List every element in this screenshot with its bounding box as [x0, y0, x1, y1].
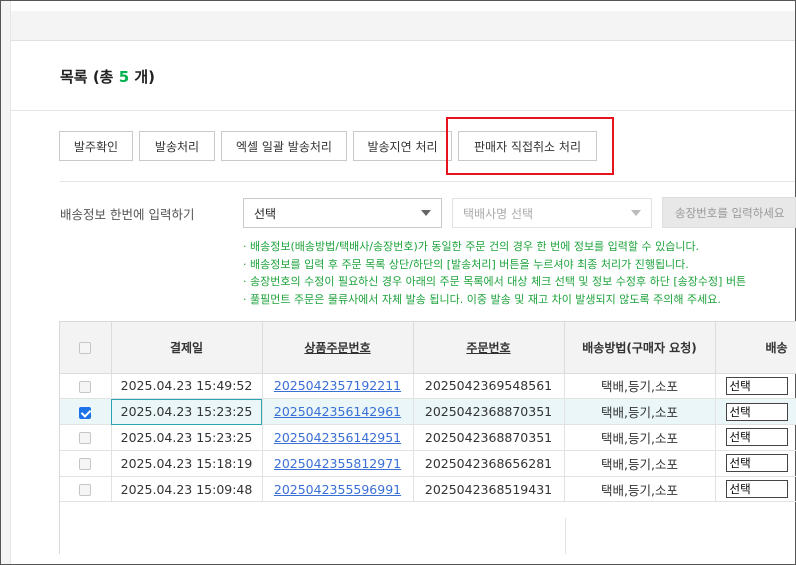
shipping-select-cell: 선택	[715, 476, 796, 503]
note-line: · 송장번호의 수정이 필요하신 경우 아래의 주문 목록에서 대상 체크 선택…	[243, 275, 747, 289]
header-shipping-method: 배송방법(구매자 요청)	[564, 322, 716, 374]
courier-select[interactable]: 택배사명 선택	[452, 198, 652, 228]
shipping-method: 택배,등기,소포	[564, 476, 716, 503]
payment-date: 2025.04.23 15:09:48	[111, 476, 263, 503]
row-checkbox[interactable]	[60, 476, 112, 503]
product-order-link[interactable]: 2025042355812971	[262, 450, 414, 477]
row-checkbox[interactable]	[60, 424, 112, 451]
note-line: · 풀필먼트 주문은 물류사에서 자체 발송 됩니다. 이중 발송 및 재고 차…	[243, 292, 721, 306]
order-number: 2025042368870351	[413, 424, 565, 451]
table-row: 2025.04.23 15:18:19 2025042355812971 202…	[60, 450, 796, 477]
divider	[60, 181, 795, 182]
shipping-select[interactable]: 선택	[725, 402, 788, 421]
shipping-method: 택배,등기,소포	[564, 373, 716, 400]
top-panel-strip	[11, 11, 795, 41]
guide-notes: · 배송정보(배송방법/택배사/송장번호)가 동일한 주문 건의 경우 한 번에…	[243, 238, 746, 308]
shipping-method: 택배,등기,소포	[564, 398, 716, 426]
checkbox-icon[interactable]	[79, 458, 92, 471]
highlight-box	[446, 117, 614, 175]
checkbox-checked-icon[interactable]	[79, 406, 92, 419]
chevron-down-icon	[631, 210, 641, 216]
list-title: 목록 (총 5 개)	[60, 68, 156, 86]
table-header-row: 결제일 상품주문번호 주문번호 배송방법(구매자 요청) 배송	[60, 322, 796, 374]
note-line: · 배송정보(배송방법/택배사/송장번호)가 동일한 주문 건의 경우 한 번에…	[243, 240, 700, 253]
product-order-link[interactable]: 2025042356142961	[262, 398, 414, 426]
payment-date: 2025.04.23 15:23:25	[111, 424, 263, 451]
product-order-link[interactable]: 2025042357192211	[262, 373, 414, 400]
table-row: 2025.04.23 15:23:25 2025042356142961 202…	[60, 398, 796, 426]
order-number: 2025042368656281	[413, 450, 565, 477]
checkbox-icon[interactable]	[79, 341, 92, 354]
header-shipping: 배송	[715, 322, 796, 374]
shipping-select-cell: 선택	[715, 373, 796, 400]
chevron-down-icon	[421, 210, 431, 216]
shipping-method-select[interactable]: 선택	[243, 198, 442, 228]
shipping-select[interactable]: 선택	[725, 454, 788, 473]
row-checkbox[interactable]	[60, 450, 112, 477]
shipping-select-cell: 선택	[715, 398, 796, 426]
header-select-all[interactable]	[60, 322, 112, 374]
order-table: 결제일 상품주문번호 주문번호 배송방법(구매자 요청) 배송 2025.04.…	[59, 321, 796, 554]
table-row: 2025.04.23 15:09:48 2025042355596991 202…	[60, 476, 796, 503]
shipping-select[interactable]: 선택	[725, 376, 788, 395]
invoice-input[interactable]: 송장번호를 입력하세요	[662, 197, 796, 228]
payment-date: 2025.04.23 15:23:25	[111, 398, 263, 426]
shipping-method: 택배,등기,소포	[564, 450, 716, 477]
row-checkbox[interactable]	[60, 373, 112, 400]
shipping-select[interactable]: 선택	[725, 480, 788, 499]
payment-date: 2025.04.23 15:49:52	[111, 373, 263, 400]
header-product-order-no[interactable]: 상품주문번호	[262, 322, 414, 374]
product-order-link[interactable]: 2025042355596991	[262, 476, 414, 503]
note-line: · 배송정보를 입력 후 주문 목록 상단/하단의 [발송처리] 버튼을 누르셔…	[243, 257, 689, 271]
delay-ship-button[interactable]: 발송지연 처리	[353, 131, 452, 161]
shipping-method: 택배,등기,소포	[564, 424, 716, 451]
order-number: 2025042368519431	[413, 476, 565, 503]
divider	[11, 110, 795, 111]
shipping-select-cell: 선택	[715, 450, 796, 477]
header-order-no[interactable]: 주문번호	[413, 322, 565, 374]
table-row: 2025.04.23 15:49:52 2025042357192211 202…	[60, 373, 796, 400]
checkbox-icon[interactable]	[79, 484, 92, 497]
confirm-order-button[interactable]: 발주확인	[59, 131, 133, 161]
bulk-input-label: 배송정보 한번에 입력하기	[60, 207, 195, 222]
checkbox-icon[interactable]	[79, 380, 92, 393]
shipping-select-cell: 선택	[715, 424, 796, 451]
payment-date: 2025.04.23 15:18:19	[111, 450, 263, 477]
ship-process-button[interactable]: 발송처리	[139, 131, 215, 161]
excel-bulk-ship-button[interactable]: 엑셀 일괄 발송처리	[221, 131, 347, 161]
shipping-select[interactable]: 선택	[725, 428, 788, 447]
order-number: 2025042369548561	[413, 373, 565, 400]
table-row: 2025.04.23 15:23:25 2025042356142951 202…	[60, 424, 796, 451]
column-line	[565, 518, 566, 554]
left-gutter	[1, 1, 11, 564]
row-checkbox[interactable]	[60, 398, 112, 426]
product-order-link[interactable]: 2025042356142951	[262, 424, 414, 451]
order-number: 2025042368870351	[413, 398, 565, 426]
checkbox-icon[interactable]	[79, 432, 92, 445]
header-payment-date: 결제일	[111, 322, 263, 374]
list-count: 5	[118, 68, 130, 86]
